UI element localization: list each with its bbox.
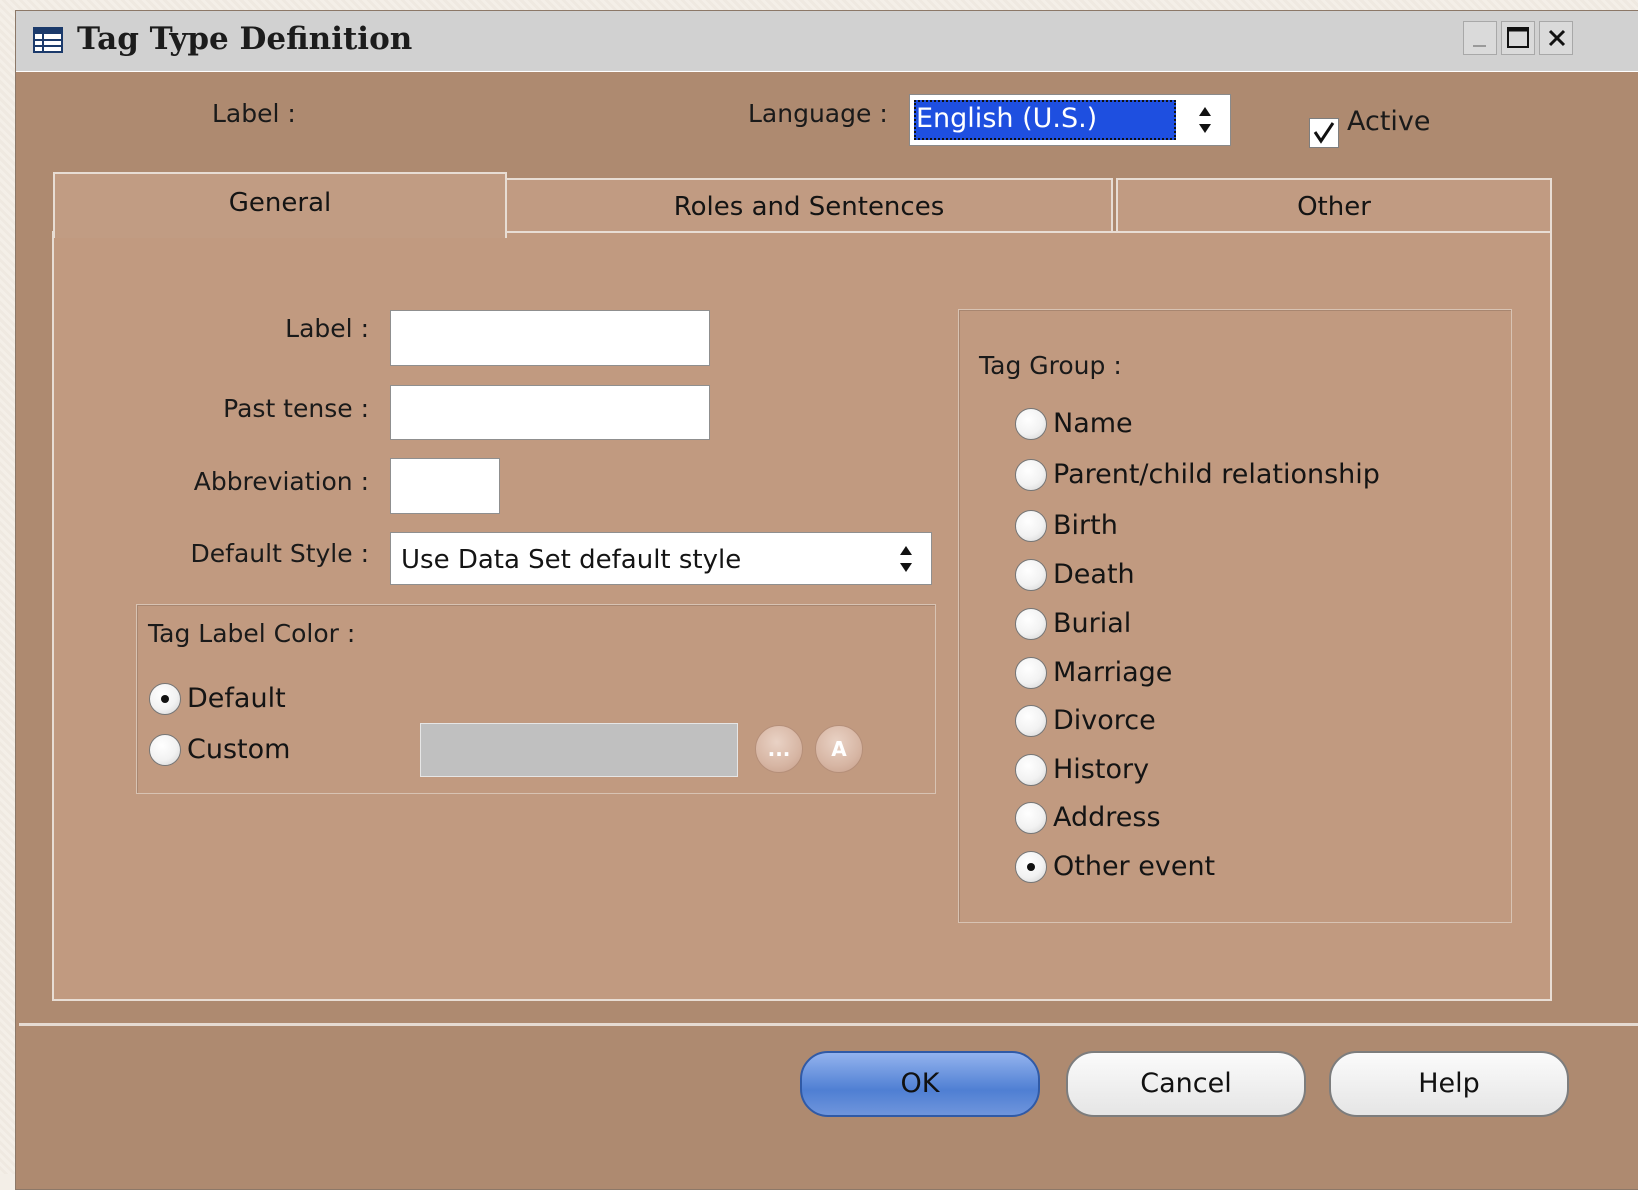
tag-label-color-title: Tag Label Color : (148, 619, 356, 648)
tag-group-other-event-label: Other event (1053, 851, 1216, 882)
abbreviation-label: Abbreviation : (193, 467, 369, 496)
language-label: Language : (748, 99, 888, 128)
footer-separator (19, 1023, 1638, 1026)
tag-group-parent-child-radio[interactable] (1015, 459, 1047, 491)
color-default-label: Default (187, 683, 286, 714)
tab-general[interactable]: General (53, 172, 507, 238)
cancel-button[interactable]: Cancel (1066, 1051, 1306, 1117)
tag-label-color-group: Tag Label Color : Default Custom ... A (136, 604, 936, 794)
table-window-icon (33, 27, 63, 53)
abbreviation-input[interactable] (390, 458, 500, 514)
tag-group-burial-radio[interactable] (1015, 608, 1047, 640)
window-title: Tag Type Definition (77, 21, 413, 57)
ok-button[interactable]: OK (800, 1051, 1040, 1117)
tab-roles-and-sentences[interactable]: Roles and Sentences (505, 178, 1113, 232)
minimize-icon (1473, 45, 1486, 47)
tab-other[interactable]: Other (1116, 178, 1552, 232)
close-icon (1548, 29, 1566, 47)
tag-group-birth-label: Birth (1053, 510, 1118, 541)
header-label: Label : (212, 99, 296, 128)
label-input[interactable] (390, 310, 710, 366)
tag-group-burial-label: Burial (1053, 608, 1132, 639)
tag-group-death-radio[interactable] (1015, 559, 1047, 591)
spinner-arrows-icon (900, 546, 912, 572)
language-select[interactable]: English (U.S.) (909, 94, 1231, 146)
maximize-icon (1507, 27, 1529, 48)
close-button[interactable] (1539, 21, 1573, 55)
tag-group-address-label: Address (1053, 802, 1161, 833)
past-tense-input[interactable] (390, 385, 710, 440)
tag-group-death-label: Death (1053, 559, 1135, 590)
default-style-value: Use Data Set default style (401, 545, 742, 575)
tag-group-divorce-radio[interactable] (1015, 705, 1047, 737)
tag-group-parent-child-label: Parent/child relationship (1053, 459, 1380, 490)
color-custom-radio[interactable] (149, 734, 181, 766)
title-bar[interactable]: Tag Type Definition (16, 11, 1638, 72)
tag-group-name-label: Name (1053, 408, 1133, 439)
spinner-arrows-icon (1199, 107, 1211, 133)
color-custom-label: Custom (187, 734, 291, 765)
tag-group-divorce-label: Divorce (1053, 705, 1156, 736)
tag-group-other-event-radio[interactable] (1015, 851, 1047, 883)
tag-group-birth-radio[interactable] (1015, 510, 1047, 542)
default-style-select[interactable]: Use Data Set default style (390, 532, 932, 585)
past-tense-label: Past tense : (223, 394, 369, 423)
maximize-button[interactable] (1501, 21, 1535, 55)
tag-group-name-radio[interactable] (1015, 408, 1047, 440)
tag-group-marriage-label: Marriage (1053, 657, 1173, 688)
default-style-label: Default Style : (190, 539, 369, 568)
active-label: Active (1347, 106, 1431, 137)
custom-color-swatch (420, 723, 738, 777)
tag-group-marriage-radio[interactable] (1015, 657, 1047, 689)
tag-group-address-radio[interactable] (1015, 802, 1047, 834)
tag-group-box: Tag Group : Name Parent/child relationsh… (958, 309, 1512, 923)
tag-group-history-label: History (1053, 754, 1150, 785)
language-selected-value: English (U.S.) (914, 100, 1176, 140)
tag-group-history-radio[interactable] (1015, 754, 1047, 786)
color-picker-button[interactable]: ... (755, 725, 803, 773)
help-button[interactable]: Help (1329, 1051, 1569, 1117)
label-field-label: Label : (285, 314, 369, 343)
font-style-button[interactable]: A (815, 725, 863, 773)
tag-group-title: Tag Group : (979, 351, 1122, 380)
active-checkbox[interactable] (1309, 118, 1339, 148)
minimize-button[interactable] (1463, 21, 1497, 55)
tag-type-definition-dialog: Tag Type Definition Label : Language : E… (15, 10, 1638, 1190)
general-tab-panel: Label : Past tense : Abbreviation : Defa… (52, 231, 1552, 1001)
checkmark-icon (1313, 122, 1335, 144)
color-default-radio[interactable] (149, 683, 181, 715)
